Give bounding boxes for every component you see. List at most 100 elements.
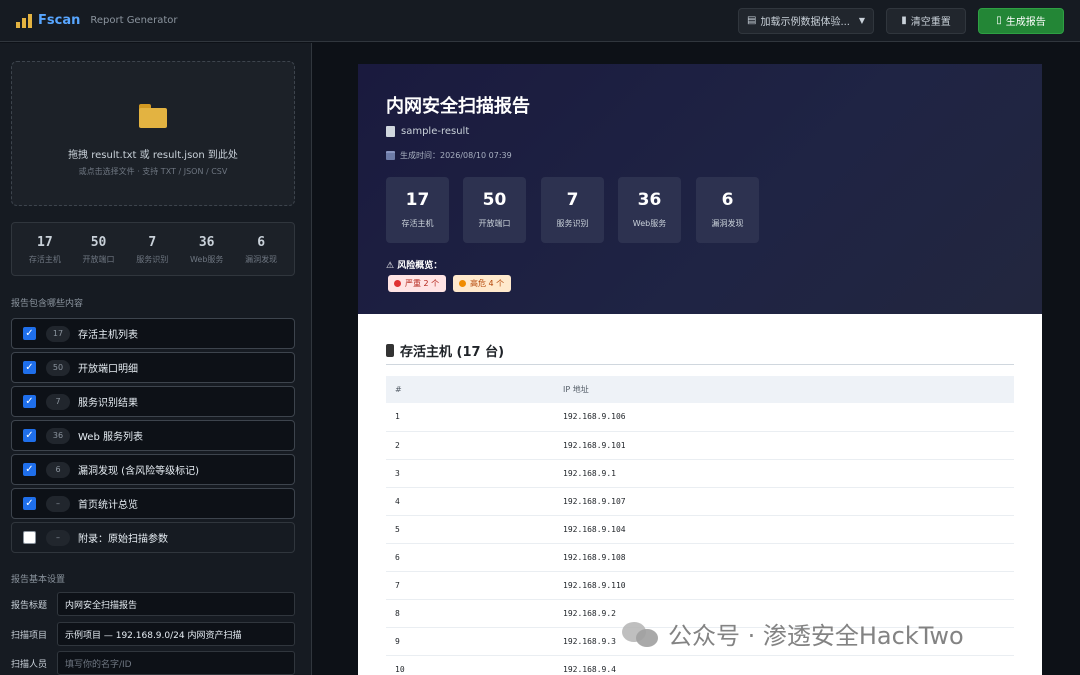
- report-time: 生成时间：2026/08/10 07:39: [386, 150, 512, 161]
- document-icon: ▯: [996, 15, 1002, 26]
- stat-open-ports: 50 开放端口: [82, 235, 115, 264]
- app-title: Fscan: [38, 13, 81, 28]
- sample-data-select[interactable]: ▤ 加载示例数据体验... ▼: [738, 7, 874, 34]
- hosts-heading-text: 存活主机 (17 台): [400, 345, 505, 360]
- stat-vulns: 6 漏洞发现: [245, 235, 278, 264]
- watermark-text: 公众号 · 渗透安全HackTwo: [668, 622, 964, 650]
- field-label: 报告标题: [11, 600, 48, 611]
- scanner-name-row: 扫描人员 填写你的名字/ID: [11, 651, 295, 675]
- sample-select-value: 加载示例数据体验...: [760, 17, 850, 28]
- report-title-row: 报告标题 内网安全扫描报告: [11, 592, 295, 616]
- table-header: # IP 地址: [386, 376, 1014, 403]
- report-preview: 内网安全扫描报告 sample-result 生成时间：2026/08/10 0…: [358, 64, 1042, 675]
- summary-card-services: 7 服务识别: [541, 177, 604, 243]
- report-hero: 内网安全扫描报告 sample-result 生成时间：2026/08/10 0…: [358, 64, 1042, 314]
- option-overview[interactable]: ✓ – 首页统计总览: [11, 488, 295, 519]
- count-badge: 36: [46, 427, 70, 444]
- summary-card-open-ports: 50 开放端口: [463, 177, 526, 243]
- count-badge: 7: [46, 393, 70, 410]
- document-icon: [386, 126, 395, 137]
- option-label: 漏洞发现 (含风险等级标记): [78, 466, 199, 477]
- scanner-name-input[interactable]: 填写你的名字/ID: [57, 651, 295, 675]
- checkbox[interactable]: ✓: [23, 327, 36, 340]
- column-header-index: #: [386, 376, 563, 403]
- table-row: 6 192.168.9.108: [386, 543, 1014, 572]
- settings-section-title: 报告基本设置: [11, 575, 66, 585]
- divider: [386, 364, 1014, 365]
- option-open-ports[interactable]: ✓ 50 开放端口明细: [11, 352, 295, 383]
- folder-icon: [139, 104, 167, 128]
- report-time-text: 生成时间：2026/08/10 07:39: [400, 151, 512, 160]
- count-badge: 6: [46, 461, 70, 478]
- chart-icon: [16, 13, 32, 28]
- checkbox[interactable]: ✓: [23, 361, 36, 374]
- watermark: 公众号 · 渗透安全HackTwo: [622, 616, 964, 651]
- option-label: Web 服务列表: [78, 432, 143, 443]
- summary-card-web: 36 Web服务: [618, 177, 681, 243]
- risk-overview-title: ⚠ 风险概览：: [386, 261, 443, 271]
- table-row: 4 192.168.9.107: [386, 487, 1014, 516]
- checkbox[interactable]: ✓: [23, 395, 36, 408]
- option-alive-hosts[interactable]: ✓ 17 存活主机列表: [11, 318, 295, 349]
- clipboard-icon: ▤: [747, 15, 757, 26]
- red-dot-icon: [394, 280, 401, 287]
- stat-web-services: 36 Web服务: [189, 235, 224, 264]
- report-title: 内网安全扫描报告: [386, 96, 530, 117]
- table-row: 10 192.168.9.4: [386, 655, 1014, 675]
- report-source-text: sample-result: [401, 126, 470, 137]
- option-services[interactable]: ✓ 7 服务识别结果: [11, 386, 295, 417]
- checkbox[interactable]: ✓: [23, 463, 36, 476]
- stat-alive-hosts: 17 存活主机: [28, 235, 61, 264]
- option-label: 开放端口明细: [78, 364, 138, 375]
- file-dropzone[interactable]: 拖拽 result.txt 或 result.json 到此处 或点击选择文件 …: [11, 61, 295, 206]
- checkbox[interactable]: ✓: [23, 429, 36, 442]
- trash-icon: ▮: [901, 15, 907, 26]
- app-subtitle: Report Generator: [90, 15, 178, 26]
- option-appendix[interactable]: – 附录：原始扫描参数: [11, 522, 295, 553]
- clear-button[interactable]: ▮ 清空重置: [886, 7, 966, 34]
- content-section-title: 报告包含哪些内容: [11, 299, 84, 309]
- count-badge: 17: [46, 325, 70, 342]
- column-header-ip: IP 地址: [563, 376, 1014, 403]
- app-logo: Fscan Report Generator: [16, 13, 177, 28]
- hosts-section-heading: 存活主机 (17 台): [386, 341, 504, 360]
- field-label: 扫描项目: [11, 630, 48, 641]
- count-badge: –: [46, 529, 70, 546]
- scan-project-input[interactable]: 示例项目 — 192.168.9.0/24 内网资产扫描: [57, 622, 295, 646]
- option-label: 服务识别结果: [78, 398, 138, 409]
- option-label: 首页统计总览: [78, 500, 138, 511]
- option-label: 存活主机列表: [78, 330, 138, 341]
- summary-card-vulns: 6 漏洞发现: [696, 177, 759, 243]
- stat-services: 7 服务识别: [136, 235, 169, 264]
- dropzone-sub-text: 或点击选择文件 · 支持 TXT / JSON / CSV: [78, 167, 228, 176]
- stats-summary: 17 存活主机 50 开放端口 7 服务识别 36 Web服务 6 漏洞发现: [11, 222, 295, 276]
- clear-button-label: 清空重置: [910, 17, 951, 28]
- field-label: 扫描人员: [11, 659, 48, 670]
- table-row: 1 192.168.9.106: [386, 403, 1014, 432]
- table-row: 3 192.168.9.1: [386, 459, 1014, 488]
- generate-button-label: 生成报告: [1005, 17, 1046, 28]
- table-row: 7 192.168.9.110: [386, 571, 1014, 600]
- option-label: 附录：原始扫描参数: [78, 534, 168, 545]
- checkbox[interactable]: [23, 531, 36, 544]
- dropzone-main-text: 拖拽 result.txt 或 result.json 到此处: [68, 150, 238, 161]
- option-vulns[interactable]: ✓ 6 漏洞发现 (含风险等级标记): [11, 454, 295, 485]
- count-badge: 50: [46, 359, 70, 376]
- scan-project-row: 扫描项目 示例项目 — 192.168.9.0/24 内网资产扫描: [11, 622, 295, 646]
- config-panel: 拖拽 result.txt 或 result.json 到此处 或点击选择文件 …: [0, 43, 312, 675]
- wechat-icon: [622, 620, 660, 648]
- orange-dot-icon: [459, 280, 466, 287]
- option-web-services[interactable]: ✓ 36 Web 服务列表: [11, 420, 295, 451]
- report-title-input[interactable]: 内网安全扫描报告: [57, 592, 295, 616]
- count-badge: –: [46, 495, 70, 512]
- generate-report-button[interactable]: ▯ 生成报告: [978, 7, 1064, 34]
- device-icon: [386, 344, 394, 357]
- table-row: 2 192.168.9.101: [386, 431, 1014, 460]
- high-risk-badge: 高危 4 个: [453, 275, 511, 292]
- calendar-icon: [386, 151, 395, 160]
- top-bar: Fscan Report Generator ▤ 加载示例数据体验... ▼ ▮…: [0, 0, 1080, 42]
- chevron-down-icon: ▼: [858, 16, 865, 25]
- checkbox[interactable]: ✓: [23, 497, 36, 510]
- summary-card-alive-hosts: 17 存活主机: [386, 177, 449, 243]
- table-row: 5 192.168.9.104: [386, 515, 1014, 544]
